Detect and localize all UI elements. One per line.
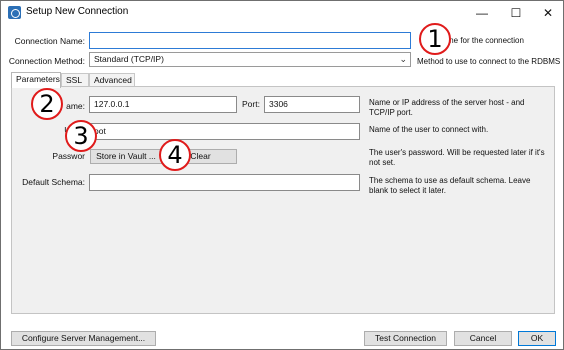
username-help: Name of the user to connect with.: [369, 125, 489, 134]
chevron-down-icon: ⌄: [399, 54, 407, 64]
connection-method-label: Connection Method:: [8, 56, 85, 66]
connection-name-label: Connection Name:: [14, 36, 85, 46]
store-in-vault-button[interactable]: Store in Vault ...: [90, 149, 162, 164]
window-title: Setup New Connection: [26, 6, 129, 17]
password-help-line-2: not set.: [369, 158, 396, 167]
annotation-marker-1: 1: [419, 23, 451, 55]
hostname-help-line-2: TCP/IP port.: [369, 108, 413, 117]
cancel-button[interactable]: Cancel: [454, 331, 512, 346]
annotation-marker-3: 3: [65, 120, 97, 152]
close-button[interactable]: ✕: [531, 1, 564, 25]
setup-connection-window: Setup New Connection — ☐ ✕ Connection Na…: [0, 0, 564, 350]
password-label: Passwor: [52, 151, 85, 161]
default-schema-help-line-2: blank to select it later.: [369, 186, 446, 195]
connection-name-input[interactable]: [89, 32, 411, 49]
hostname-help-line-1: Name or IP address of the server host - …: [369, 98, 525, 107]
maximize-button[interactable]: ☐: [499, 1, 533, 25]
hostname-input[interactable]: 127.0.0.1: [89, 96, 237, 113]
app-icon: [8, 6, 21, 19]
tab-ssl[interactable]: SSL: [61, 73, 89, 87]
port-label: Port:: [242, 99, 260, 109]
parameters-panel: [11, 86, 555, 314]
password-help-line-1: The user's password. Will be requested l…: [369, 148, 545, 157]
annotation-marker-4: 4: [159, 139, 191, 171]
ok-button[interactable]: OK: [518, 331, 556, 346]
test-connection-button[interactable]: Test Connection: [364, 331, 447, 346]
default-schema-input[interactable]: [89, 174, 360, 191]
minimize-button[interactable]: —: [465, 1, 499, 25]
default-schema-help-line-1: The schema to use as default schema. Lea…: [369, 176, 531, 185]
connection-method-help: Method to use to connect to the RDBMS: [417, 57, 561, 66]
port-input[interactable]: 3306: [264, 96, 360, 113]
default-schema-label: Default Schema:: [22, 177, 85, 187]
connection-name-help: me for the connection: [447, 36, 524, 45]
tab-parameters[interactable]: Parameters: [11, 72, 61, 88]
annotation-marker-2: 2: [31, 88, 63, 120]
tab-advanced[interactable]: Advanced: [89, 73, 135, 87]
connection-method-value: Standard (TCP/IP): [94, 54, 164, 64]
connection-method-select[interactable]: Standard (TCP/IP) ⌄: [89, 52, 411, 67]
configure-server-management-button[interactable]: Configure Server Management...: [11, 331, 156, 346]
username-input[interactable]: oot: [89, 123, 360, 140]
title-bar: Setup New Connection — ☐ ✕: [1, 1, 563, 25]
